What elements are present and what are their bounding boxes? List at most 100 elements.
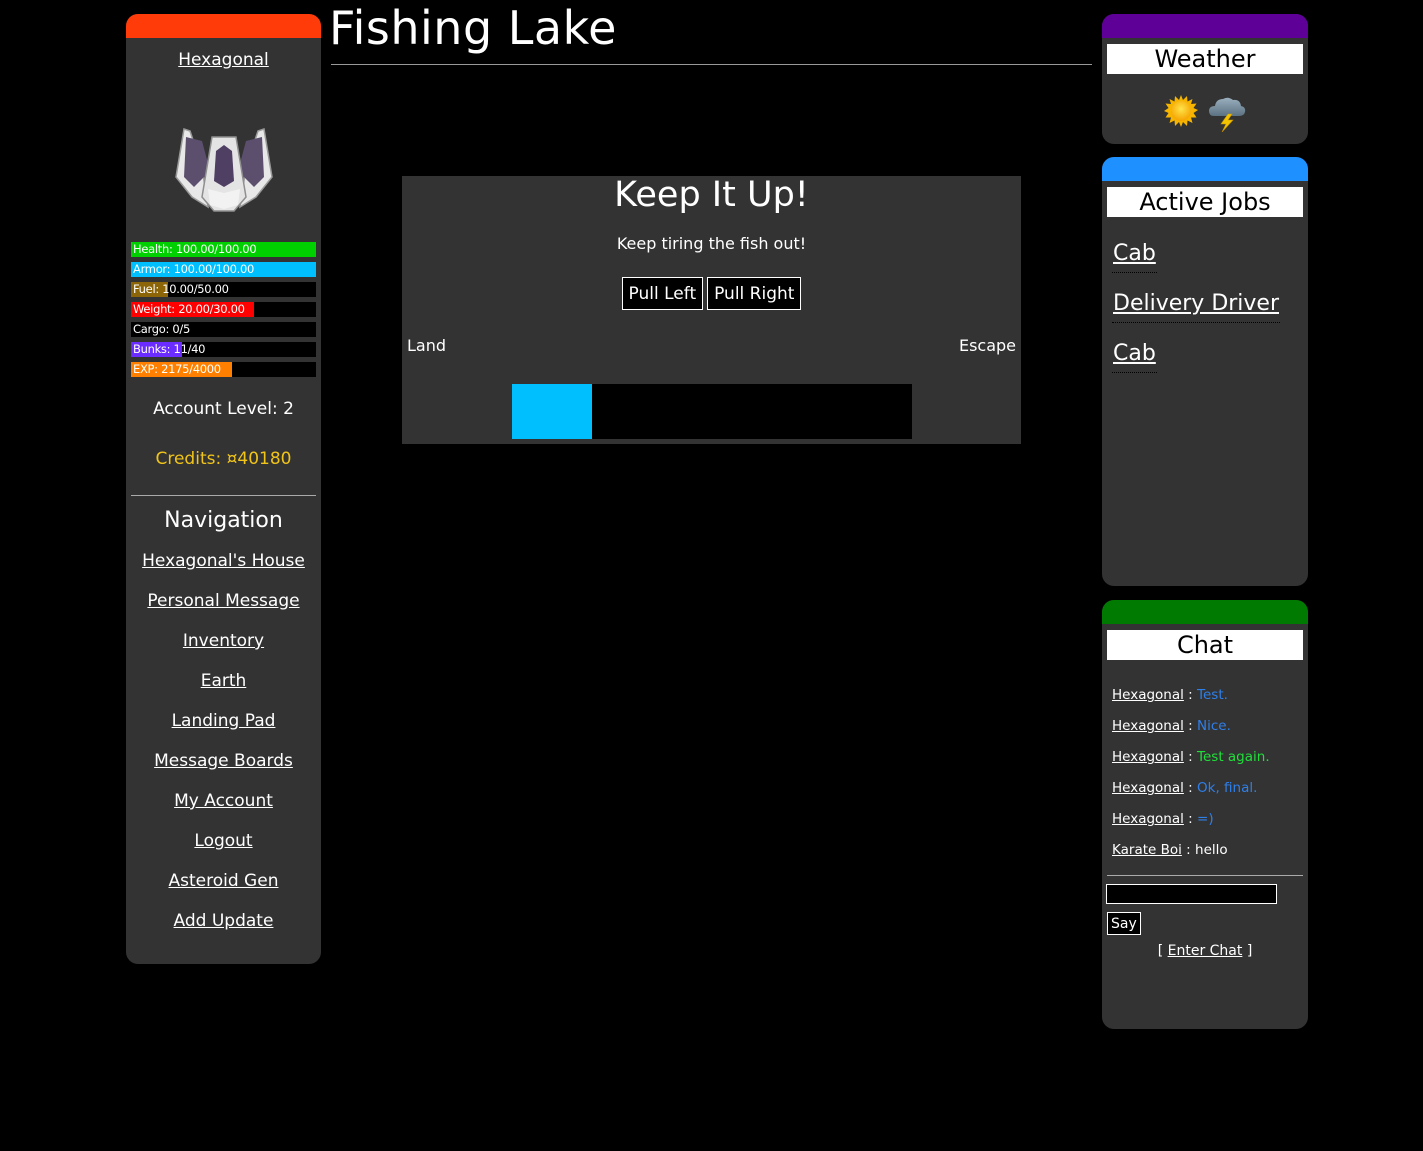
chat-message: Hexagonal : Ok, final.: [1112, 779, 1308, 810]
chat-divider: [1107, 875, 1303, 876]
chat-user-link[interactable]: Hexagonal: [1112, 687, 1184, 703]
job-item: Delivery Driver: [1112, 287, 1281, 323]
nav-link-personal-message[interactable]: Personal Message: [147, 591, 299, 611]
tension-end-labels: Land Escape: [402, 336, 1021, 355]
nav-link-my-account[interactable]: My Account: [174, 791, 273, 811]
chat-separator: :: [1183, 811, 1198, 827]
chat-message: Hexagonal : Test.: [1112, 686, 1308, 717]
chat-message: Hexagonal : Nice.: [1112, 717, 1308, 748]
chat-user-link[interactable]: Hexagonal: [1112, 811, 1184, 827]
weather-panel: Weather: [1102, 14, 1308, 144]
job-item: Cab: [1112, 237, 1157, 273]
chat-message: Hexagonal : Test again.: [1112, 748, 1308, 779]
chat-user-link[interactable]: Karate Boi: [1112, 842, 1182, 858]
chat-separator: :: [1183, 780, 1198, 796]
chat-text: Nice.: [1197, 718, 1231, 734]
navigation-list: Hexagonal's House Personal Message Inven…: [126, 551, 321, 951]
nav-link-earth[interactable]: Earth: [201, 671, 247, 691]
weather-heading: Weather: [1107, 44, 1303, 74]
ship-icon: [174, 128, 273, 212]
chat-input[interactable]: [1106, 884, 1277, 904]
armor-label: Armor: 100.00/100.00: [133, 262, 255, 276]
chat-text: Test.: [1197, 687, 1228, 703]
job-link-delivery-driver[interactable]: Delivery Driver: [1112, 291, 1280, 316]
sidebar-header-strip: [126, 14, 321, 38]
pull-left-button[interactable]: Pull Left: [621, 277, 704, 310]
nav-item: Message Boards: [126, 751, 321, 791]
chat-heading: Chat: [1107, 630, 1303, 660]
nav-link-message-boards[interactable]: Message Boards: [154, 751, 293, 771]
chat-separator: :: [1181, 842, 1196, 858]
enter-chat-row: [ Enter Chat ]: [1102, 943, 1308, 959]
bunks-label: Bunks: 11/40: [133, 342, 206, 356]
nav-item: Add Update: [126, 911, 321, 951]
nav-link-add-update[interactable]: Add Update: [174, 911, 274, 931]
chat-user-link[interactable]: Hexagonal: [1112, 780, 1184, 796]
weight-bar: Weight: 20.00/30.00: [131, 302, 316, 317]
account-level: Account Level: 2: [153, 399, 294, 419]
page-title: Fishing Lake: [329, 1, 617, 55]
chat-text: hello: [1195, 842, 1228, 858]
chat-separator: :: [1183, 749, 1198, 765]
thunderstorm-icon: [1209, 97, 1246, 132]
job-link-cab-2[interactable]: Cab: [1112, 341, 1157, 366]
username-link[interactable]: Hexagonal: [126, 50, 321, 70]
nav-item: Hexagonal's House: [126, 551, 321, 591]
nav-item: Inventory: [126, 631, 321, 671]
chat-separator: :: [1183, 718, 1198, 734]
chat-user-link[interactable]: Hexagonal: [1112, 718, 1184, 734]
nav-item: Earth: [126, 671, 321, 711]
land-label: Land: [407, 336, 447, 355]
nav-link-house[interactable]: Hexagonal's House: [142, 551, 305, 571]
bracket-open: [: [1157, 943, 1168, 959]
exp-label: EXP: 2175/4000: [133, 362, 221, 376]
health-bar: Health: 100.00/100.00: [131, 242, 316, 257]
nav-item: My Account: [126, 791, 321, 831]
pull-right-button[interactable]: Pull Right: [707, 277, 802, 310]
active-jobs-panel: Active Jobs Cab Delivery Driver Cab: [1102, 157, 1308, 586]
chat-text: Test again.: [1197, 749, 1270, 765]
cargo-label: Cargo: 0/5: [133, 322, 190, 336]
sun-icon: [1164, 95, 1198, 127]
title-divider: [331, 64, 1092, 65]
chat-message: Hexagonal : =): [1112, 810, 1308, 841]
chat-panel: Chat Hexagonal : Test. Hexagonal : Nice.…: [1102, 600, 1308, 1029]
nav-item: Logout: [126, 831, 321, 871]
fuel-label: Fuel: 10.00/50.00: [133, 282, 229, 296]
bunks-bar: Bunks: 11/40: [131, 342, 316, 357]
pull-buttons: Pull Left Pull Right: [402, 277, 1021, 310]
nav-item: Asteroid Gen: [126, 871, 321, 911]
fuel-bar: Fuel: 10.00/50.00: [131, 282, 316, 297]
chat-user-link[interactable]: Hexagonal: [1112, 749, 1184, 765]
weather-icons: [1102, 94, 1308, 132]
tension-meter-fill: [512, 384, 592, 439]
job-item: Cab: [1112, 337, 1157, 373]
weather-header-strip: [1102, 14, 1308, 38]
say-button[interactable]: Say: [1107, 912, 1141, 935]
chat-message: Karate Boi : hello: [1112, 841, 1308, 872]
chat-separator: :: [1183, 687, 1198, 703]
chat-text: =): [1197, 811, 1214, 827]
jobs-header-strip: [1102, 157, 1308, 181]
chat-messages: Hexagonal : Test. Hexagonal : Nice. Hexa…: [1102, 686, 1308, 872]
escape-label: Escape: [958, 336, 1016, 355]
navigation-heading: Navigation: [164, 508, 283, 533]
chat-text: Ok, final.: [1197, 780, 1258, 796]
chat-header-strip: [1102, 600, 1308, 624]
tension-meter: [512, 384, 912, 439]
enter-chat-link[interactable]: Enter Chat: [1168, 943, 1243, 959]
nav-link-inventory[interactable]: Inventory: [183, 631, 264, 651]
job-link-cab[interactable]: Cab: [1112, 241, 1157, 266]
nav-item: Personal Message: [126, 591, 321, 631]
nav-item: Landing Pad: [126, 711, 321, 751]
nav-link-landing-pad[interactable]: Landing Pad: [172, 711, 276, 731]
fishing-minigame: Keep It Up! Keep tiring the fish out! Pu…: [402, 176, 1021, 444]
weight-label: Weight: 20.00/30.00: [133, 302, 245, 316]
avatar: [126, 110, 321, 230]
exp-bar: EXP: 2175/4000: [131, 362, 316, 377]
nav-link-asteroid-gen[interactable]: Asteroid Gen: [169, 871, 279, 891]
nav-link-logout[interactable]: Logout: [194, 831, 252, 851]
health-label: Health: 100.00/100.00: [133, 242, 257, 256]
cargo-bar: Cargo: 0/5: [131, 322, 316, 337]
bracket-close: ]: [1242, 943, 1253, 959]
